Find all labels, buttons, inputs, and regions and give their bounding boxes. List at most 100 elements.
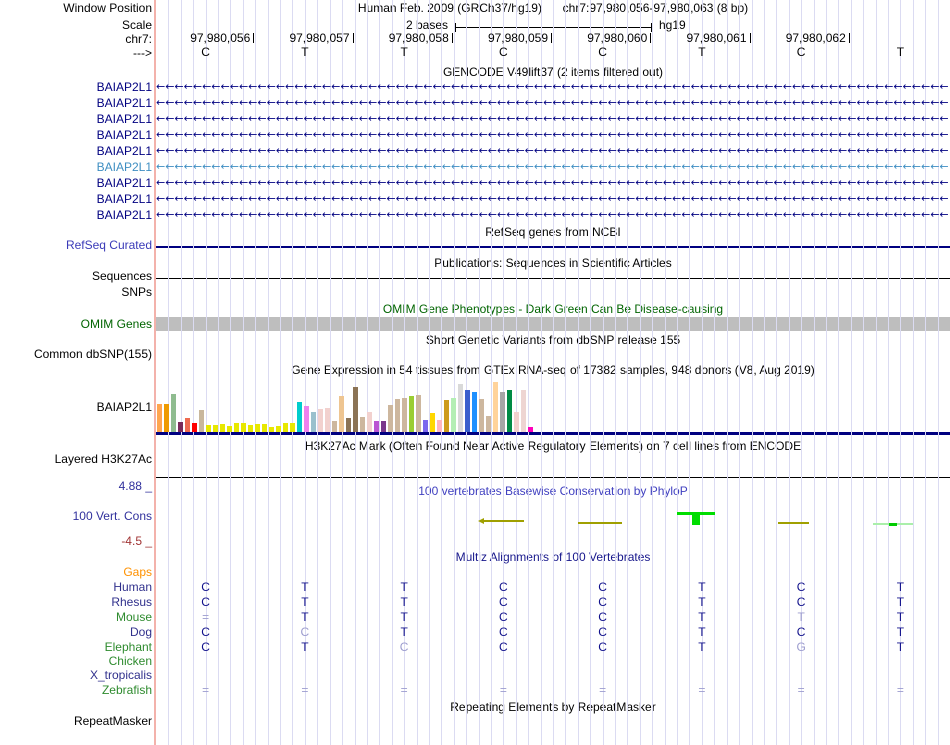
species-label[interactable]: Rhesus <box>0 596 152 609</box>
gtex-bar[interactable] <box>220 424 225 432</box>
gtex-bar[interactable] <box>353 387 358 432</box>
gtex-bar[interactable] <box>409 396 414 432</box>
gtex-bar[interactable] <box>304 406 309 432</box>
gtex-bar[interactable] <box>507 390 512 432</box>
alignment-base: = <box>301 683 309 697</box>
gtex-bar[interactable] <box>374 421 379 432</box>
gtex-bar[interactable] <box>206 425 211 432</box>
gene-transcript-row[interactable]: ←←←←←←←←←←←←←←←←←←←←←←←←←←←←←←←←←←←←←←←←… <box>156 112 949 126</box>
gtex-bar[interactable] <box>346 418 351 432</box>
gtex-bar[interactable] <box>297 402 302 432</box>
gtex-bar[interactable] <box>192 423 197 432</box>
gtex-bar[interactable] <box>241 423 246 432</box>
gene-label[interactable]: BAIAP2L1 <box>0 81 152 94</box>
gtex-bar[interactable] <box>171 394 176 432</box>
gtex-bar[interactable] <box>402 398 407 432</box>
species-label[interactable]: Gaps <box>0 566 152 579</box>
gtex-bar[interactable] <box>423 420 428 432</box>
species-label[interactable]: Zebrafish <box>0 684 152 697</box>
gtex-bar[interactable] <box>367 412 372 432</box>
gtex-bar[interactable] <box>255 424 260 432</box>
gtex-bar[interactable] <box>262 424 267 432</box>
repeatmasker-label[interactable]: RepeatMasker <box>0 715 152 728</box>
gene-label[interactable]: BAIAP2L1 <box>0 193 152 206</box>
gene-transcript-row[interactable]: ←←←←←←←←←←←←←←←←←←←←←←←←←←←←←←←←←←←←←←←←… <box>156 128 949 142</box>
gtex-bar[interactable] <box>325 408 330 432</box>
gene-label[interactable]: BAIAP2L1 <box>0 97 152 110</box>
gene-transcript-row[interactable]: ←←←←←←←←←←←←←←←←←←←←←←←←←←←←←←←←←←←←←←←←… <box>156 160 949 174</box>
gtex-bar[interactable] <box>234 423 239 432</box>
gtex-bar[interactable] <box>395 399 400 432</box>
gtex-bar[interactable] <box>381 421 386 432</box>
conservation-track-label[interactable]: 100 Vert. Cons <box>0 510 152 523</box>
gtex-bar[interactable] <box>248 425 253 432</box>
gtex-gene-label[interactable]: BAIAP2L1 <box>0 401 152 414</box>
gtex-bar[interactable] <box>339 396 344 432</box>
conservation-mark[interactable] <box>480 520 524 522</box>
alignment-base: T <box>301 640 309 654</box>
gene-label[interactable]: BAIAP2L1 <box>0 145 152 158</box>
gtex-bar[interactable] <box>472 392 477 432</box>
gene-label[interactable]: BAIAP2L1 <box>0 209 152 222</box>
window-position-label: Window Position <box>63 1 152 15</box>
gtex-bar[interactable] <box>318 409 323 432</box>
gtex-bar[interactable] <box>178 422 183 432</box>
conservation-mark[interactable] <box>692 512 700 525</box>
gtex-bar[interactable] <box>227 426 232 432</box>
gtex-bar[interactable] <box>500 392 505 432</box>
gene-label[interactable]: BAIAP2L1 <box>0 113 152 126</box>
species-label[interactable]: Elephant <box>0 641 152 654</box>
species-label[interactable]: Chicken <box>0 655 152 668</box>
gtex-bar[interactable] <box>444 400 449 432</box>
species-label[interactable]: Dog <box>0 626 152 639</box>
gene-transcript-row[interactable]: ←←←←←←←←←←←←←←←←←←←←←←←←←←←←←←←←←←←←←←←←… <box>156 176 949 190</box>
gtex-bar[interactable] <box>388 405 393 432</box>
gene-transcript-row[interactable]: ←←←←←←←←←←←←←←←←←←←←←←←←←←←←←←←←←←←←←←←←… <box>156 96 949 110</box>
gtex-bar[interactable] <box>458 384 463 432</box>
gtex-bar[interactable] <box>521 390 526 432</box>
species-label[interactable]: Human <box>0 581 152 594</box>
sequences-label[interactable]: Sequences <box>0 270 152 283</box>
gtex-bar[interactable] <box>269 427 274 432</box>
layered-h3k27ac-label[interactable]: Layered H3K27Ac <box>0 453 152 466</box>
gtex-bar[interactable] <box>311 412 316 432</box>
species-label[interactable]: X_tropicalis <box>0 669 152 682</box>
gtex-bar[interactable] <box>199 410 204 432</box>
gene-transcript-row[interactable]: ←←←←←←←←←←←←←←←←←←←←←←←←←←←←←←←←←←←←←←←←… <box>156 144 949 158</box>
omim-genes-label[interactable]: OMIM Genes <box>0 318 152 331</box>
genome-browser-image: Window Position Human Feb. 2009 (GRCh37/… <box>0 0 950 745</box>
gtex-bar[interactable] <box>276 426 281 432</box>
snps-label[interactable]: SNPs <box>0 286 152 299</box>
gtex-bar[interactable] <box>451 398 456 432</box>
gtex-bar[interactable] <box>283 423 288 432</box>
gtex-bar[interactable] <box>493 382 498 432</box>
refseq-curated-label[interactable]: RefSeq Curated <box>0 239 152 252</box>
gtex-bar[interactable] <box>528 427 533 432</box>
species-label[interactable]: Mouse <box>0 611 152 624</box>
gene-transcript-row[interactable]: ←←←←←←←←←←←←←←←←←←←←←←←←←←←←←←←←←←←←←←←←… <box>156 192 949 206</box>
gene-label[interactable]: BAIAP2L1 <box>0 161 152 174</box>
gtex-bar[interactable] <box>514 412 519 432</box>
gtex-bar[interactable] <box>430 413 435 432</box>
gtex-bar[interactable] <box>465 390 470 432</box>
common-dbsnp-label[interactable]: Common dbSNP(155) <box>0 348 152 361</box>
scale-bar-left-tick <box>455 23 456 32</box>
conservation-mark[interactable] <box>889 523 897 526</box>
conservation-mark[interactable] <box>778 522 809 524</box>
gene-label[interactable]: BAIAP2L1 <box>0 177 152 190</box>
gtex-bar[interactable] <box>416 395 421 432</box>
gtex-bar[interactable] <box>360 417 365 432</box>
conservation-mark[interactable] <box>578 522 622 524</box>
gtex-bar[interactable] <box>213 425 218 432</box>
gtex-bar[interactable] <box>185 418 190 432</box>
gtex-bar[interactable] <box>290 423 295 432</box>
gtex-bar[interactable] <box>157 404 162 432</box>
gene-transcript-row[interactable]: ←←←←←←←←←←←←←←←←←←←←←←←←←←←←←←←←←←←←←←←←… <box>156 80 949 94</box>
gene-label[interactable]: BAIAP2L1 <box>0 129 152 142</box>
gtex-bar[interactable] <box>332 421 337 432</box>
gtex-bar[interactable] <box>479 399 484 432</box>
gtex-bar[interactable] <box>437 420 442 432</box>
gtex-bar[interactable] <box>486 416 491 432</box>
gtex-bar[interactable] <box>164 404 169 432</box>
gene-transcript-row[interactable]: ←←←←←←←←←←←←←←←←←←←←←←←←←←←←←←←←←←←←←←←←… <box>156 208 949 222</box>
